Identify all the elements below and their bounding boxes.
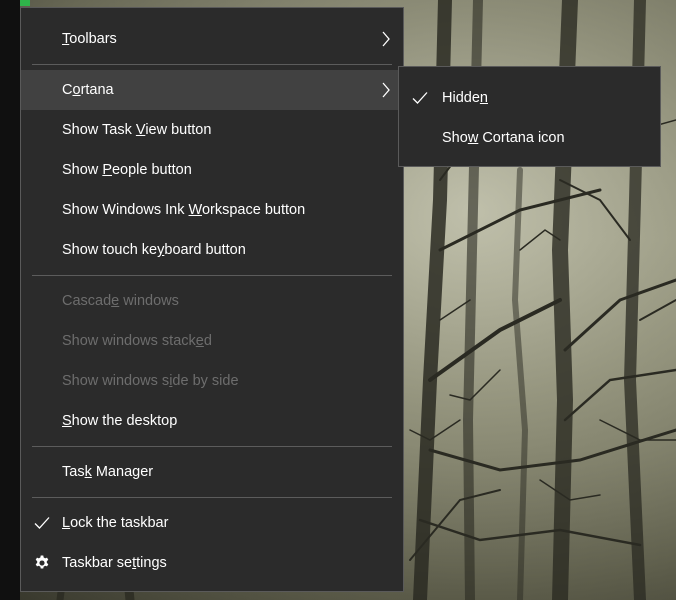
menu-item-lock-taskbar[interactable]: Lock the taskbar — [21, 503, 403, 543]
menu-item-label: Show Cortana icon — [442, 130, 565, 146]
submenu-item-show-cortana-icon[interactable]: Show Cortana icon — [399, 118, 660, 158]
checkmark-icon — [412, 92, 428, 104]
menu-item-show-touch-keyboard[interactable]: Show touch keyboard button — [21, 230, 403, 270]
menu-item-label: Show Task View button — [62, 122, 212, 138]
menu-item-label: Cascade windows — [62, 293, 179, 309]
menu-item-show-ink-workspace[interactable]: Show Windows Ink Workspace button — [21, 190, 403, 230]
menu-item-label: Lock the taskbar — [62, 515, 169, 531]
chevron-right-icon — [382, 31, 390, 47]
menu-separator — [32, 497, 392, 498]
menu-item-show-desktop[interactable]: Show the desktop — [21, 401, 403, 441]
menu-item-task-manager[interactable]: Task Manager — [21, 452, 403, 492]
menu-item-label: Show windows side by side — [62, 373, 239, 389]
menu-item-label: Hidden — [442, 90, 488, 106]
gear-icon — [35, 555, 49, 569]
menu-item-windows-side-by-side: Show windows side by side — [21, 361, 403, 401]
menu-item-toolbars[interactable]: Toolbars — [21, 19, 403, 59]
menu-item-show-people[interactable]: Show People button — [21, 150, 403, 190]
menu-separator — [32, 275, 392, 276]
menu-item-cortana[interactable]: Cortana — [21, 70, 403, 110]
menu-item-label: Show the desktop — [62, 413, 178, 429]
menu-item-label: Show touch keyboard button — [62, 242, 246, 258]
menu-item-label: Taskbar settings — [62, 555, 167, 571]
menu-item-label: Task Manager — [62, 464, 154, 480]
cortana-submenu: Hidden Show Cortana icon — [398, 66, 661, 167]
chevron-right-icon — [382, 82, 390, 98]
taskbar-app-indicator — [20, 0, 30, 6]
taskbar[interactable] — [0, 0, 20, 600]
menu-item-windows-stacked: Show windows stacked — [21, 321, 403, 361]
menu-separator — [32, 446, 392, 447]
taskbar-context-menu: Toolbars Cortana Show Task View button S… — [20, 7, 404, 592]
menu-item-label: Show People button — [62, 162, 192, 178]
menu-item-cascade-windows: Cascade windows — [21, 281, 403, 321]
checkmark-icon — [34, 517, 50, 529]
menu-item-label: Show windows stacked — [62, 333, 212, 349]
menu-item-label: Toolbars — [62, 31, 117, 47]
menu-item-label: Show Windows Ink Workspace button — [62, 202, 306, 218]
menu-item-label: Cortana — [62, 82, 114, 98]
menu-item-show-task-view[interactable]: Show Task View button — [21, 110, 403, 150]
menu-item-taskbar-settings[interactable]: Taskbar settings — [21, 543, 403, 583]
submenu-item-hidden[interactable]: Hidden — [399, 78, 660, 118]
menu-separator — [32, 64, 392, 65]
